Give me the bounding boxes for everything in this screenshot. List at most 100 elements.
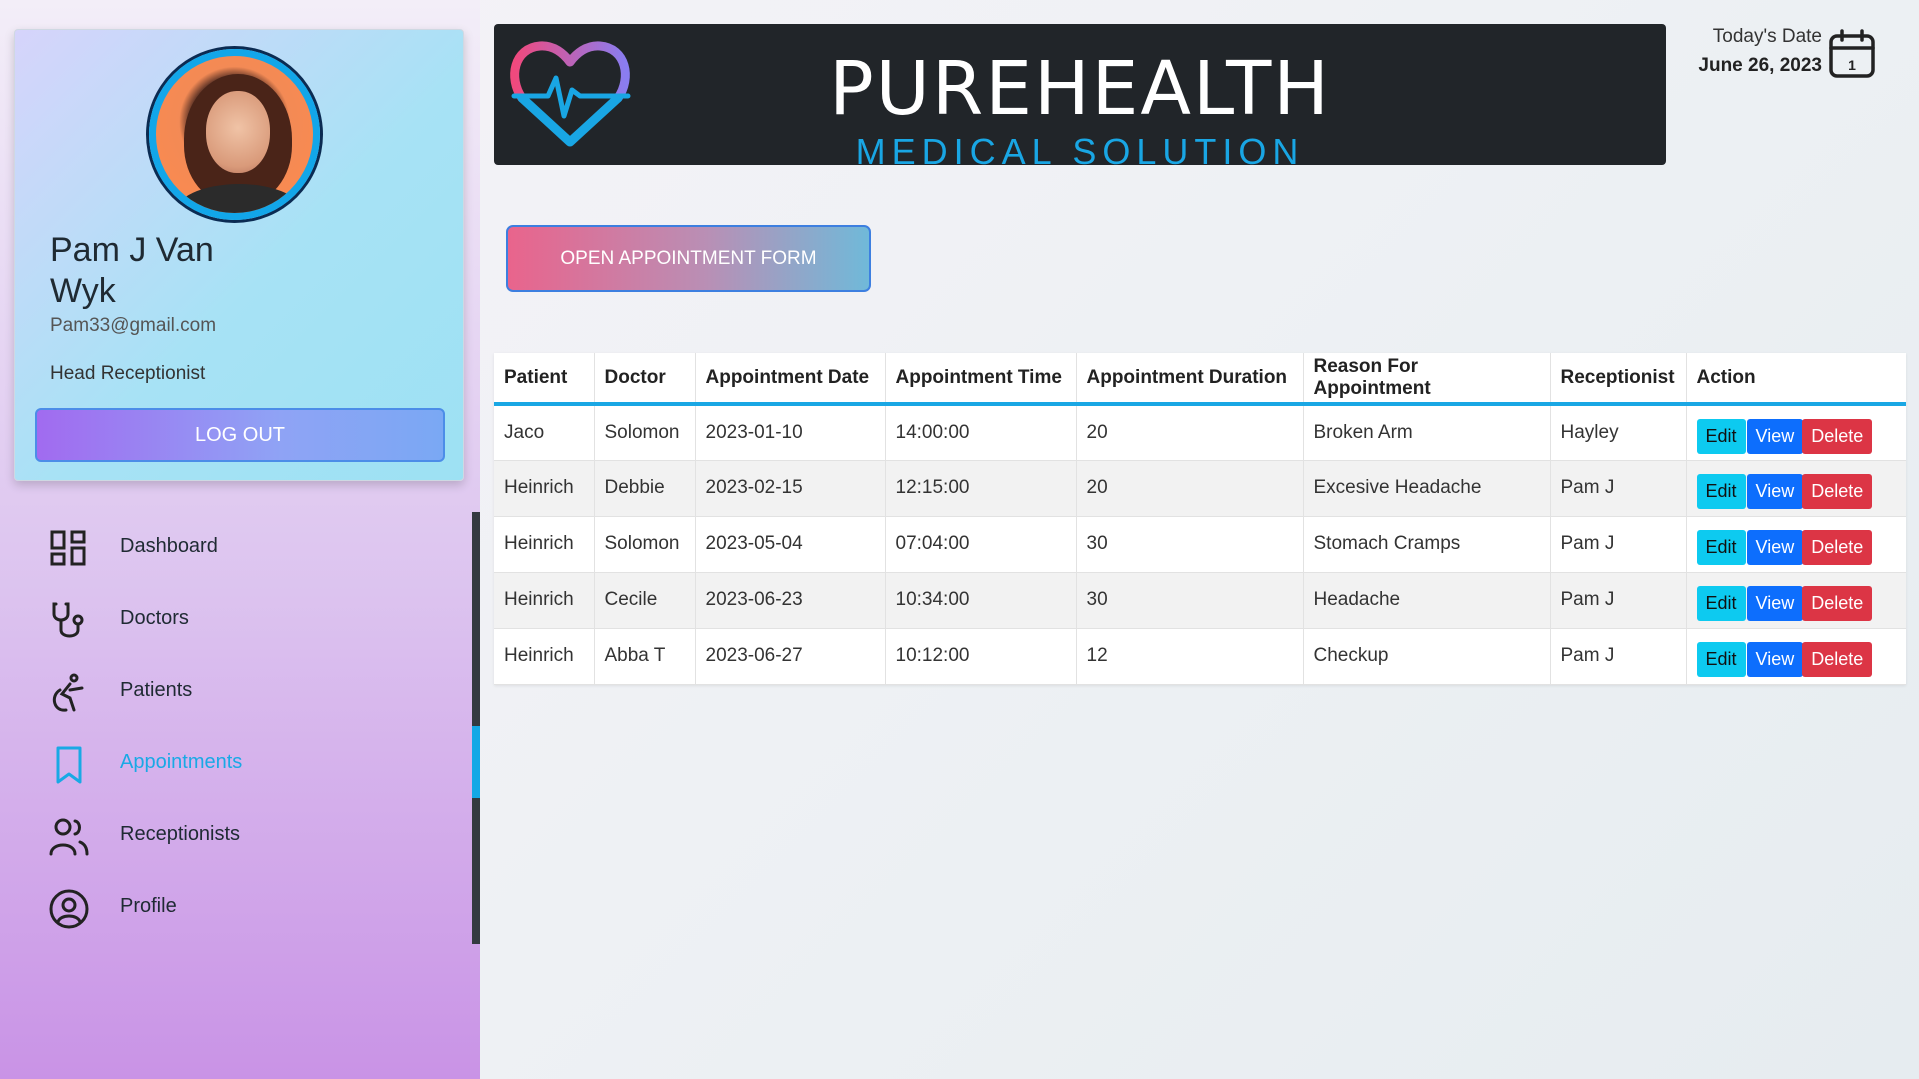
sidebar-item-label: Doctors bbox=[120, 607, 189, 629]
avatar bbox=[149, 49, 320, 220]
cell-duration: 20 bbox=[1076, 460, 1304, 517]
cell-patient: Heinrich bbox=[494, 628, 595, 685]
delete-button[interactable]: Delete bbox=[1802, 473, 1873, 509]
cell-patient: Heinrich bbox=[494, 572, 595, 629]
view-button[interactable]: View bbox=[1746, 641, 1804, 677]
cell-time: 12:15:00 bbox=[885, 460, 1077, 517]
user-circle-icon bbox=[49, 889, 89, 929]
cell-doctor: Cecile bbox=[594, 572, 696, 629]
svg-text:1: 1 bbox=[1848, 57, 1856, 73]
brand-title: PUREHEALTH bbox=[829, 46, 1331, 132]
column-header[interactable]: Appointment Duration bbox=[1076, 353, 1304, 406]
cell-doctor: Solomon bbox=[594, 516, 696, 573]
users-icon bbox=[49, 818, 89, 856]
cell-duration: 12 bbox=[1076, 628, 1304, 685]
delete-button[interactable]: Delete bbox=[1802, 419, 1873, 454]
sidebar-item-profile[interactable]: Profile bbox=[0, 872, 480, 944]
user-email: Pam33@gmail.com bbox=[50, 315, 217, 336]
cell-time: 07:04:00 bbox=[885, 516, 1077, 573]
column-header[interactable]: Appointment Date bbox=[695, 353, 886, 406]
sidebar-item-label: Profile bbox=[120, 895, 177, 917]
sidebar-item-doctors[interactable]: Doctors bbox=[0, 584, 480, 656]
cell-date: 2023-05-04 bbox=[695, 516, 886, 573]
column-header[interactable]: Patient bbox=[494, 353, 595, 406]
cell-actions: Edit View Delete bbox=[1686, 572, 1906, 629]
cell-doctor: Abba T bbox=[594, 628, 696, 685]
cell-date: 2023-06-23 bbox=[695, 572, 886, 629]
cell-duration: 30 bbox=[1076, 572, 1304, 629]
cell-reason: Checkup bbox=[1303, 628, 1551, 685]
cell-doctor: Debbie bbox=[594, 460, 696, 517]
table-row: Heinrich Abba T 2023-06-27 10:12:00 12 C… bbox=[494, 628, 1906, 685]
cell-doctor: Solomon bbox=[594, 404, 696, 461]
view-button[interactable]: View bbox=[1746, 529, 1804, 565]
sidebar-item-receptionists[interactable]: Receptionists bbox=[0, 800, 480, 872]
cell-time: 10:12:00 bbox=[885, 628, 1077, 685]
date-label: Today's Date bbox=[1712, 26, 1822, 47]
view-button[interactable]: View bbox=[1746, 473, 1804, 509]
column-header[interactable]: Receptionist bbox=[1550, 353, 1687, 406]
cell-receptionist: Pam J bbox=[1550, 516, 1687, 573]
appointments-table: Patient Doctor Appointment Date Appointm… bbox=[494, 353, 1906, 685]
sidebar-item-appointments[interactable]: Appointments bbox=[0, 728, 480, 800]
user-name: Pam J Van Wyk bbox=[50, 231, 214, 310]
profile-card: Pam J Van Wyk Pam33@gmail.com Head Recep… bbox=[14, 29, 464, 481]
header-banner: PUREHEALTH MEDICAL SOLUTION bbox=[494, 24, 1666, 172]
table-header-row: Patient Doctor Appointment Date Appointm… bbox=[494, 353, 1906, 406]
delete-button[interactable]: Delete bbox=[1802, 529, 1873, 565]
cell-patient: Heinrich bbox=[494, 516, 595, 573]
sidebar-item-label: Appointments bbox=[120, 751, 243, 773]
view-button[interactable]: View bbox=[1746, 585, 1804, 621]
table-row: Heinrich Cecile 2023-06-23 10:34:00 30 H… bbox=[494, 572, 1906, 629]
cell-actions: Edit View Delete bbox=[1686, 628, 1906, 685]
cell-time: 14:00:00 bbox=[885, 404, 1077, 461]
table-row: Heinrich Debbie 2023-02-15 12:15:00 20 E… bbox=[494, 460, 1906, 517]
stethoscope-icon bbox=[52, 602, 84, 638]
view-button[interactable]: View bbox=[1746, 419, 1804, 454]
logout-button[interactable]: LOG OUT bbox=[35, 408, 445, 462]
open-appointment-form-button[interactable]: OPEN APPOINTMENT FORM bbox=[506, 225, 871, 292]
sidebar-item-label: Receptionists bbox=[120, 823, 241, 845]
cell-actions: Edit View Delete bbox=[1686, 460, 1906, 517]
delete-button[interactable]: Delete bbox=[1802, 585, 1873, 621]
cell-date: 2023-01-10 bbox=[695, 404, 886, 461]
cell-patient: Jaco bbox=[494, 404, 595, 461]
delete-button[interactable]: Delete bbox=[1802, 641, 1873, 677]
cell-date: 2023-06-27 bbox=[695, 628, 886, 685]
edit-button[interactable]: Edit bbox=[1696, 419, 1746, 454]
sidebar-item-patients[interactable]: Patients bbox=[0, 656, 480, 728]
bookmark-icon bbox=[56, 746, 82, 784]
table-row: Heinrich Solomon 2023-05-04 07:04:00 30 … bbox=[494, 516, 1906, 573]
edit-button[interactable]: Edit bbox=[1696, 529, 1746, 565]
dashboard-icon bbox=[50, 530, 86, 566]
wheelchair-icon bbox=[52, 673, 84, 712]
nav-active-indicator bbox=[472, 726, 480, 798]
cell-actions: Edit View Delete bbox=[1686, 404, 1906, 461]
sidebar-item-label: Dashboard bbox=[120, 535, 218, 557]
edit-button[interactable]: Edit bbox=[1696, 641, 1746, 677]
cell-duration: 20 bbox=[1076, 404, 1304, 461]
cell-reason: Broken Arm bbox=[1303, 404, 1551, 461]
date-value: June 26, 2023 bbox=[1698, 55, 1822, 76]
cell-reason: Excesive Headache bbox=[1303, 460, 1551, 517]
edit-button[interactable]: Edit bbox=[1696, 585, 1746, 621]
cell-receptionist: Hayley bbox=[1550, 404, 1687, 461]
cell-reason: Stomach Cramps bbox=[1303, 516, 1551, 573]
sidebar-item-dashboard[interactable]: Dashboard bbox=[0, 512, 480, 584]
sidebar: Pam J Van Wyk Pam33@gmail.com Head Recep… bbox=[0, 0, 480, 1079]
cell-date: 2023-02-15 bbox=[695, 460, 886, 517]
table-row: Jaco Solomon 2023-01-10 14:00:00 20 Brok… bbox=[494, 404, 1906, 461]
column-header[interactable]: Action bbox=[1686, 353, 1906, 406]
cell-receptionist: Pam J bbox=[1550, 628, 1687, 685]
column-header[interactable]: Reason For Appointment bbox=[1303, 353, 1551, 406]
column-header[interactable]: Doctor bbox=[594, 353, 696, 406]
cell-reason: Headache bbox=[1303, 572, 1551, 629]
sidebar-item-label: Patients bbox=[120, 679, 193, 701]
edit-button[interactable]: Edit bbox=[1696, 473, 1746, 509]
cell-time: 10:34:00 bbox=[885, 572, 1077, 629]
cell-actions: Edit View Delete bbox=[1686, 516, 1906, 573]
column-header[interactable]: Appointment Time bbox=[885, 353, 1077, 406]
cell-duration: 30 bbox=[1076, 516, 1304, 573]
cell-patient: Heinrich bbox=[494, 460, 595, 517]
brand-subtitle: MEDICAL SOLUTION bbox=[855, 131, 1305, 172]
